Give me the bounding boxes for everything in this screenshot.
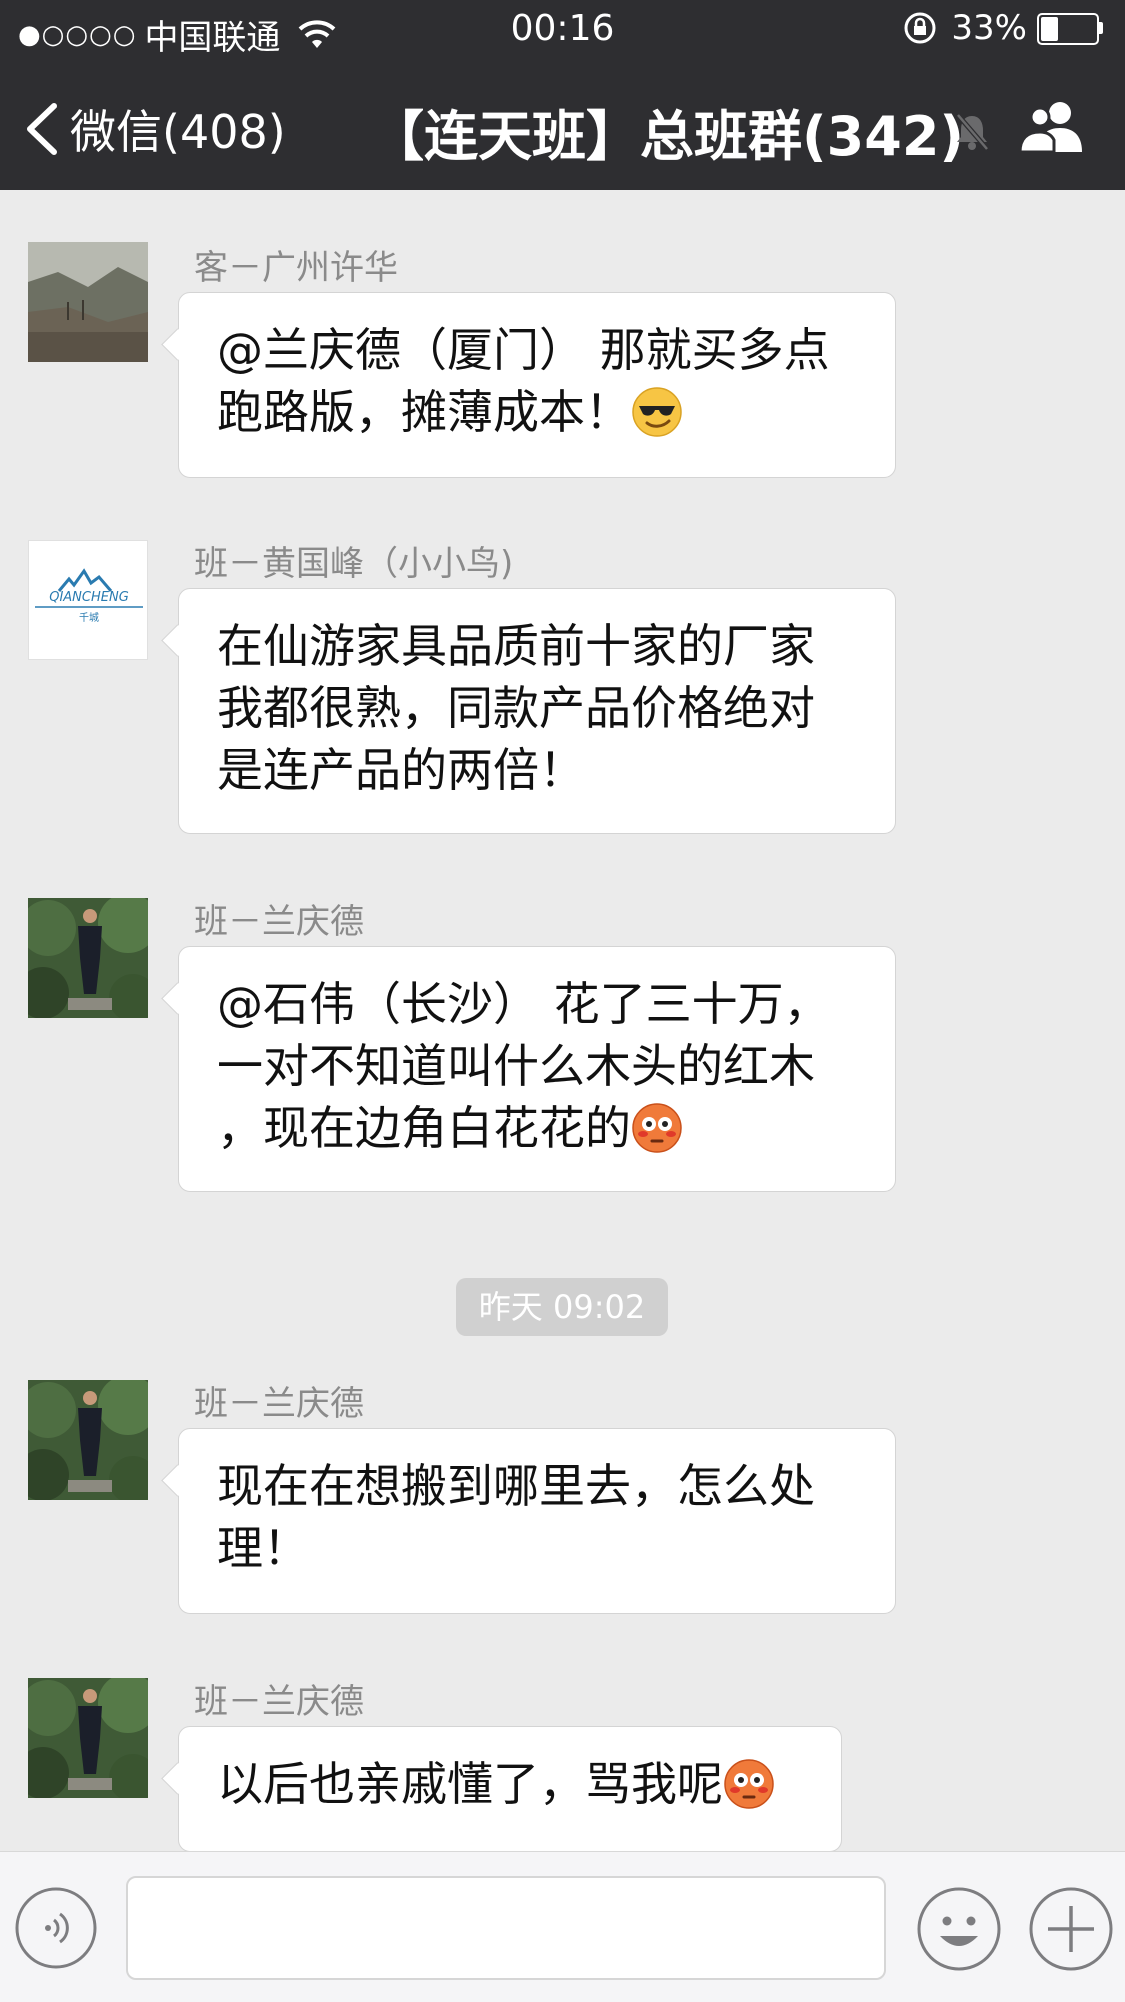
emoji-picker-icon[interactable] (916, 1886, 1002, 1972)
page-title: 【连天班】总班群(342) (370, 105, 965, 168)
back-button[interactable]: 微信(408) (22, 96, 286, 162)
battery-percent: 33% (951, 8, 1027, 48)
voice-input-icon[interactable] (14, 1886, 98, 1970)
status-bar: ●○○○○ 中国联通 00:16 33% (0, 0, 1125, 58)
message-bubble[interactable]: 以后也亲戚懂了，骂我呢 (178, 1726, 842, 1852)
qiancheng-logo: QIANCHENG 千城 (35, 568, 143, 624)
avatar-logo-text: QIANCHENG (49, 590, 129, 605)
avatar[interactable] (28, 242, 148, 362)
message-bubble[interactable]: 在仙游家具品质前十家的厂家 我都很熟，同款产品价格绝对 是连产品的两倍！ (178, 588, 896, 834)
cool-emoji-icon (632, 387, 682, 437)
message-text: 现在在想搬到哪里去，怎么处 理！ (217, 1459, 815, 1575)
mute-bell-icon (955, 112, 990, 152)
sender-name: 班－兰庆德 (194, 1384, 364, 1424)
person-photo-avatar (28, 1678, 148, 1798)
time-divider: 昨天 09:02 (456, 1278, 668, 1336)
avatar[interactable] (28, 1380, 148, 1500)
flushed-emoji-icon (724, 1759, 774, 1809)
message-bubble[interactable]: @石伟（长沙） 花了三十万， 一对不知道叫什么木头的红木 ，现在边角白花花的 (178, 946, 896, 1192)
input-bar (0, 1851, 1125, 2002)
nav-bar: 微信(408) 【连天班】总班群(342) (0, 58, 1125, 190)
battery-icon (1037, 13, 1103, 45)
message-text: @兰庆德（厦门） 那就买多点 跑路版，摊薄成本！ (217, 323, 830, 439)
sender-name: 班－兰庆德 (194, 902, 364, 942)
avatar[interactable] (28, 1678, 148, 1798)
rotation-lock-icon (904, 12, 936, 44)
add-attachment-icon[interactable] (1028, 1886, 1114, 1972)
message-text: @石伟（长沙） 花了三十万， 一对不知道叫什么木头的红木 ，现在边角白花花的 (217, 977, 830, 1155)
message-bubble[interactable]: 现在在想搬到哪里去，怎么处 理！ (178, 1428, 896, 1614)
flushed-emoji-icon (632, 1103, 682, 1153)
chat-message-list[interactable]: 客－广州许华 @兰庆德（厦门） 那就买多点 跑路版，摊薄成本！ QIANCHEN… (0, 190, 1125, 1852)
chevron-left-icon (27, 103, 57, 155)
group-members-icon[interactable] (1016, 98, 1088, 154)
avatar[interactable] (28, 898, 148, 1018)
person-photo-avatar (28, 898, 148, 1018)
message-text: 以后也亲戚懂了，骂我呢 (217, 1757, 723, 1811)
status-right: 33% (903, 8, 1103, 48)
sender-name: 班－兰庆德 (194, 1682, 364, 1722)
message-bubble[interactable]: @兰庆德（厦门） 那就买多点 跑路版，摊薄成本！ (178, 292, 896, 478)
avatar[interactable]: QIANCHENG 千城 (28, 540, 148, 660)
back-label: 微信(408) (70, 105, 286, 159)
person-photo-avatar (28, 1380, 148, 1500)
sender-name: 客－广州许华 (194, 248, 398, 288)
avatar-logo-subtext: 千城 (79, 612, 99, 624)
message-input[interactable] (126, 1876, 886, 1980)
landscape-painting-avatar (28, 242, 148, 362)
sender-name: 班－黄国峰（小小鸟) (194, 544, 514, 584)
message-text: 在仙游家具品质前十家的厂家 我都很熟，同款产品价格绝对 是连产品的两倍！ (217, 619, 815, 797)
